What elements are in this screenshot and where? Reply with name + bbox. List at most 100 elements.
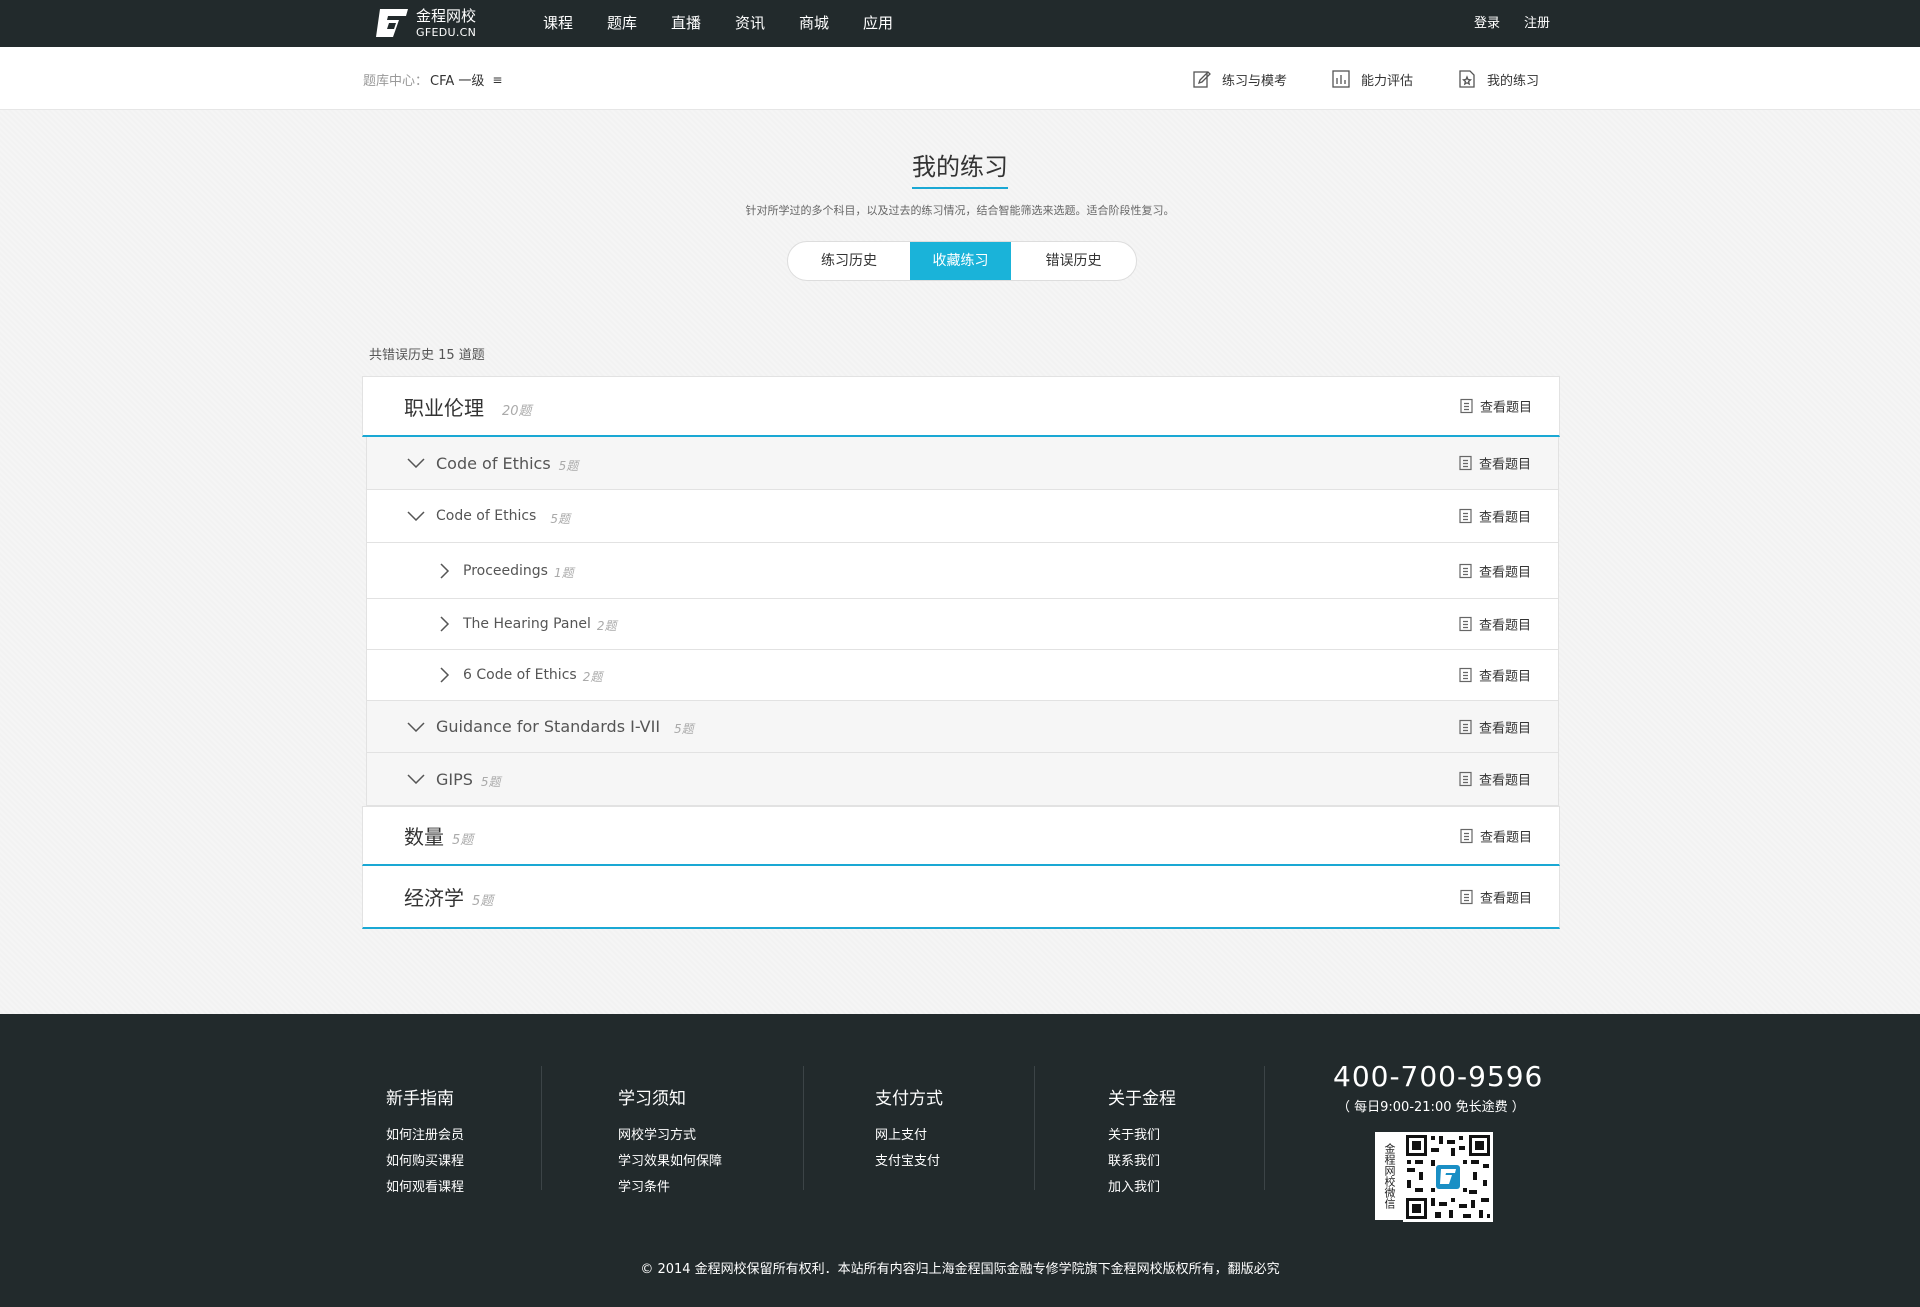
qr-label: 金程网校微信	[1375, 1132, 1403, 1220]
footer-study-title: 学习须知	[618, 1089, 686, 1109]
subnav-mine-label: 我的练习	[1486, 73, 1539, 89]
footer-link[interactable]: 如何观看课程	[386, 1175, 464, 1201]
view-questions-button[interactable]: 查看题目	[1460, 887, 1532, 906]
view-questions-label: 查看题目	[1479, 400, 1532, 416]
nav-live[interactable]: 直播	[654, 0, 718, 47]
view-questions-button[interactable]: 查看题目	[1460, 826, 1532, 845]
footer-link[interactable]: 支付宝支付	[875, 1149, 943, 1175]
page-description: 针对所学过的多个科目，以及过去的练习情况，结合智能筛选来选题。适合阶段性复习。	[745, 204, 1175, 217]
brand-domain: GFEDU.CN	[416, 25, 477, 39]
footer-link[interactable]: 加入我们	[1108, 1175, 1176, 1201]
subnav-assessment-label: 能力评估	[1360, 73, 1413, 89]
chevron-down-icon[interactable]	[407, 774, 425, 784]
footer-pay: 支付方式 网上支付 支付宝支付	[875, 1066, 943, 1188]
question-count: 5题	[674, 722, 694, 736]
chevron-down-icon[interactable]	[407, 458, 425, 468]
reading-name: Code of Ethics	[436, 508, 537, 524]
footer-link[interactable]: 网校学习方式	[618, 1123, 722, 1149]
footer-link[interactable]: 如何购买课程	[386, 1149, 464, 1175]
menu-icon[interactable]: ≡	[492, 73, 502, 87]
nav-store[interactable]: 商城	[782, 0, 846, 47]
nav-question-bank[interactable]: 题库	[590, 0, 654, 47]
view-questions-button[interactable]: 查看题目	[1459, 770, 1531, 789]
subnav-mine[interactable]: 我的练习	[1457, 69, 1539, 89]
nav-courses[interactable]: 课程	[526, 0, 590, 47]
view-questions-button[interactable]: 查看题目	[1459, 666, 1531, 685]
footer-about: 关于金程 关于我们 联系我们 加入我们	[1108, 1066, 1176, 1195]
question-count: 5题	[452, 833, 474, 848]
chevron-right-icon[interactable]	[440, 616, 452, 632]
footer: 新手指南 如何注册会员 如何购买课程 如何观看课程 学习须知 网校学习方式 学习…	[0, 1014, 1920, 1307]
footer-divider	[1034, 1066, 1035, 1190]
page-title: 我的练习	[912, 147, 1008, 189]
subject-row-quant[interactable]: 数量 5题 查看题目	[362, 806, 1560, 866]
view-questions-button[interactable]: 查看题目	[1459, 717, 1531, 736]
view-questions-button[interactable]: 查看题目	[1459, 507, 1531, 526]
hotline-number: 400-700-9596	[1333, 1060, 1544, 1093]
question-count: 2题	[596, 619, 617, 633]
list-icon	[1459, 667, 1472, 683]
login-link[interactable]: 登录	[1474, 0, 1500, 47]
list-icon	[1460, 889, 1473, 904]
list-icon	[1459, 616, 1472, 632]
list-icon	[1459, 771, 1472, 787]
footer-link[interactable]: 如何注册会员	[386, 1123, 464, 1149]
edit-icon	[1193, 71, 1211, 88]
chevron-right-icon[interactable]	[440, 667, 452, 683]
topic-name: Code of Ethics	[436, 453, 551, 473]
view-questions-button[interactable]: 查看题目	[1459, 561, 1531, 580]
breadcrumb-current: CFA 一级	[430, 74, 485, 89]
bar-chart-icon	[1332, 70, 1350, 88]
subject-name: 经济学	[404, 886, 464, 910]
breadcrumb-parent[interactable]: 题库中心：	[363, 70, 428, 89]
view-questions-button[interactable]: 查看题目	[1459, 454, 1531, 473]
logo-icon	[373, 7, 411, 39]
chevron-down-icon[interactable]	[407, 511, 425, 521]
footer-link[interactable]: 联系我们	[1108, 1149, 1176, 1175]
nav-apps[interactable]: 应用	[846, 0, 910, 47]
topic-row-guidance[interactable]: Guidance for Standards I-VII 5题 查看题目	[366, 701, 1559, 753]
reading-row-code-of-ethics[interactable]: Code of Ethics 5题 查看题目	[366, 490, 1559, 543]
tab-practice-history[interactable]: 练习历史	[788, 242, 910, 280]
question-count: 2题	[582, 670, 603, 684]
list-icon	[1459, 563, 1472, 578]
list-icon	[1460, 398, 1473, 414]
nav-news[interactable]: 资讯	[718, 0, 782, 47]
footer-link[interactable]: 学习条件	[618, 1175, 722, 1201]
logo[interactable]: 金程网校 GFEDU.CN	[373, 6, 476, 40]
point-row-six-code-of-ethics[interactable]: 6 Code of Ethics 2题 查看题目	[366, 650, 1559, 701]
topic-row-code-of-ethics[interactable]: Code of Ethics 5题 查看题目	[366, 437, 1559, 490]
view-questions-label: 查看题目	[1478, 773, 1531, 789]
view-questions-button[interactable]: 查看题目	[1460, 397, 1532, 416]
question-count: 5题	[550, 511, 570, 526]
list-icon	[1460, 828, 1473, 843]
view-questions-label: 查看题目	[1479, 830, 1532, 845]
footer-divider	[803, 1066, 804, 1190]
footer-link[interactable]: 学习效果如何保障	[618, 1149, 722, 1175]
tab-error-history[interactable]: 错误历史	[1011, 242, 1136, 280]
point-name: The Hearing Panel	[463, 616, 591, 632]
chevron-down-icon[interactable]	[407, 721, 425, 732]
point-row-proceedings[interactable]: Proceedings 1题 查看题目	[366, 543, 1559, 599]
chevron-right-icon[interactable]	[440, 562, 452, 579]
subject-row-economics[interactable]: 经济学 5题 查看题目	[362, 866, 1560, 929]
sub-header: 题库中心： CFA 一级 ≡ 练习与模考 能力评估 我的练习	[0, 47, 1920, 110]
list-icon	[1459, 508, 1472, 524]
view-questions-label: 查看题目	[1479, 891, 1532, 906]
subject-row-ethics[interactable]: 职业伦理 20题 查看题目	[362, 376, 1560, 437]
point-row-hearing-panel[interactable]: The Hearing Panel 2题 查看题目	[366, 599, 1559, 650]
footer-divider	[541, 1066, 542, 1190]
subnav-assessment[interactable]: 能力评估	[1331, 69, 1413, 89]
tab-favorites[interactable]: 收藏练习	[910, 242, 1011, 280]
register-link[interactable]: 注册	[1524, 0, 1550, 47]
footer-guide: 新手指南 如何注册会员 如何购买课程 如何观看课程	[386, 1066, 464, 1195]
footer-link[interactable]: 关于我们	[1108, 1123, 1176, 1149]
sub-nav: 练习与模考 能力评估 我的练习	[1148, 69, 1539, 89]
topic-row-gips[interactable]: GIPS 5题 查看题目	[366, 753, 1559, 806]
subnav-practice[interactable]: 练习与模考	[1192, 69, 1287, 89]
tab-switcher: 练习历史 收藏练习 错误历史	[787, 241, 1137, 281]
question-count: 5题	[472, 894, 494, 909]
footer-link[interactable]: 网上支付	[875, 1123, 943, 1149]
view-questions-button[interactable]: 查看题目	[1459, 615, 1531, 634]
list-icon	[1459, 455, 1472, 471]
